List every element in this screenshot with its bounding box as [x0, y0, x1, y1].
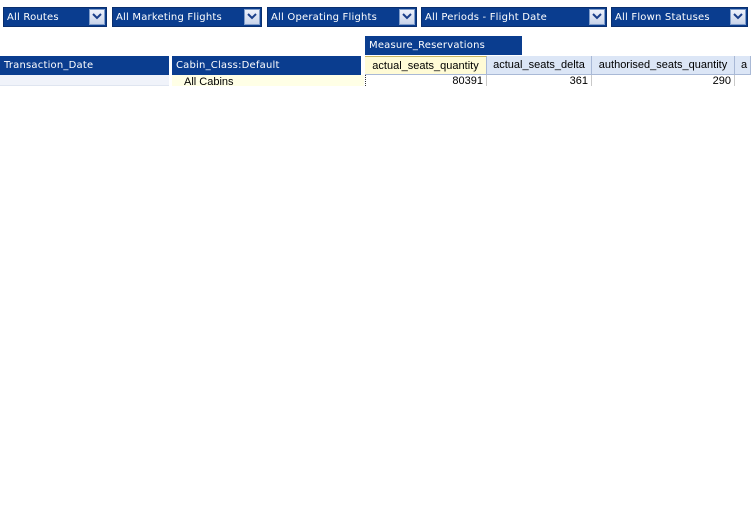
cabin-class-row-header[interactable]: Cabin_Class:Default [172, 56, 361, 75]
column-header-authorised-seats-quantity[interactable]: authorised_seats_quantity [592, 56, 735, 75]
cell-actual-seats-quantity[interactable]: 80391 [365, 75, 487, 86]
cabin-row-label[interactable]: All Cabins [172, 75, 364, 86]
column-header-partial[interactable]: a [735, 56, 751, 75]
operating-flights-filter-label: All Operating Flights [271, 12, 378, 23]
routes-filter-dropdown[interactable]: All Routes [3, 7, 107, 27]
operating-flights-filter-dropdown[interactable]: All Operating Flights [267, 7, 417, 27]
chevron-down-icon[interactable] [89, 9, 105, 25]
transaction-date-row-cell[interactable] [0, 75, 169, 86]
cell-authorised-seats-quantity[interactable]: 290 [592, 75, 735, 86]
periods-filter-label: All Periods - Flight Date [425, 12, 547, 23]
routes-filter-label: All Routes [7, 12, 59, 23]
cabin-class-header-label: Cabin_Class:Default [176, 60, 280, 71]
transaction-date-row-header[interactable]: Transaction_Date [0, 56, 169, 75]
filter-bar: All Routes All Marketing Flights All Ope… [0, 0, 751, 30]
flown-statuses-filter-label: All Flown Statuses [615, 12, 710, 23]
chevron-down-icon[interactable] [399, 9, 415, 25]
column-header-actual-seats-quantity[interactable]: actual_seats_quantity [365, 56, 487, 75]
marketing-flights-filter-dropdown[interactable]: All Marketing Flights [112, 7, 262, 27]
periods-filter-dropdown[interactable]: All Periods - Flight Date [421, 7, 607, 27]
marketing-flights-filter-label: All Marketing Flights [116, 12, 222, 23]
transaction-date-header-label: Transaction_Date [4, 60, 94, 71]
chevron-down-icon[interactable] [730, 9, 746, 25]
column-header-actual-seats-delta[interactable]: actual_seats_delta [487, 56, 592, 75]
measure-header-label: Measure_Reservations [369, 40, 486, 51]
flown-statuses-filter-dropdown[interactable]: All Flown Statuses [611, 7, 748, 27]
pivot-report-page: All Routes All Marketing Flights All Ope… [0, 0, 751, 512]
measure-header[interactable]: Measure_Reservations [365, 36, 522, 55]
cell-actual-seats-delta[interactable]: 361 [487, 75, 592, 86]
chevron-down-icon[interactable] [244, 9, 260, 25]
chevron-down-icon[interactable] [589, 9, 605, 25]
